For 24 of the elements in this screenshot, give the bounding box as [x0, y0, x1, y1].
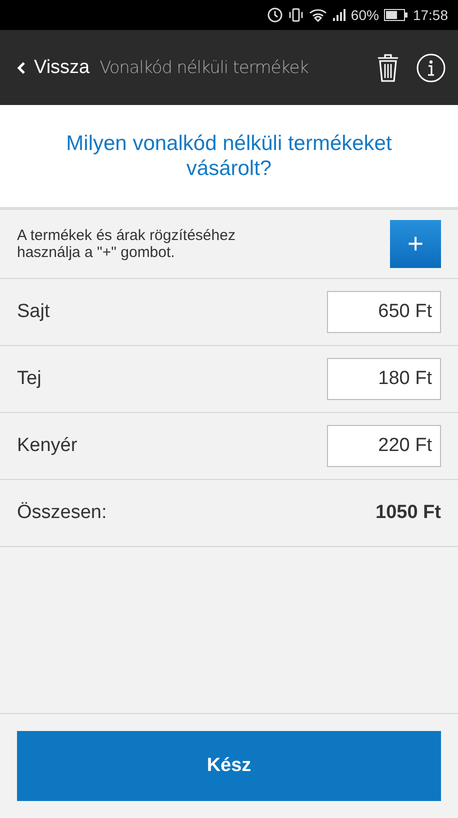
total-value: 1050 Ft: [376, 502, 441, 524]
info-icon[interactable]: [416, 52, 446, 82]
price-field[interactable]: 650 Ft: [327, 291, 441, 333]
price-field[interactable]: 180 Ft: [327, 358, 441, 400]
battery-percent: 60%: [350, 7, 379, 23]
screen-title: Vonalkód nélküli termékek: [100, 58, 310, 78]
signal-icon: [332, 8, 346, 22]
price-field[interactable]: 220 Ft: [327, 425, 441, 467]
product-name: Tej: [17, 368, 42, 390]
chevron-left-icon: [16, 60, 26, 74]
vibrate-icon: [288, 8, 304, 22]
trash-icon[interactable]: [376, 52, 400, 82]
question-heading: Milyen vonalkód nélküli termékeket vásárolt?: [65, 130, 393, 182]
hint-text: A termékek és árak rögzítéséhez használja a "+" gombot.: [17, 226, 236, 262]
add-button[interactable]: +: [390, 220, 441, 268]
product-name: Sajt: [17, 301, 50, 323]
total-label: Összesen:: [17, 502, 107, 524]
battery-icon: [384, 9, 408, 21]
clock-time: 17:58: [412, 7, 448, 23]
wifi-icon: [308, 8, 327, 22]
product-name: Kenyér: [17, 435, 78, 457]
back-button[interactable]: Vissza: [16, 56, 90, 78]
done-button[interactable]: Kész: [17, 731, 441, 801]
alarm-icon: [266, 7, 283, 23]
